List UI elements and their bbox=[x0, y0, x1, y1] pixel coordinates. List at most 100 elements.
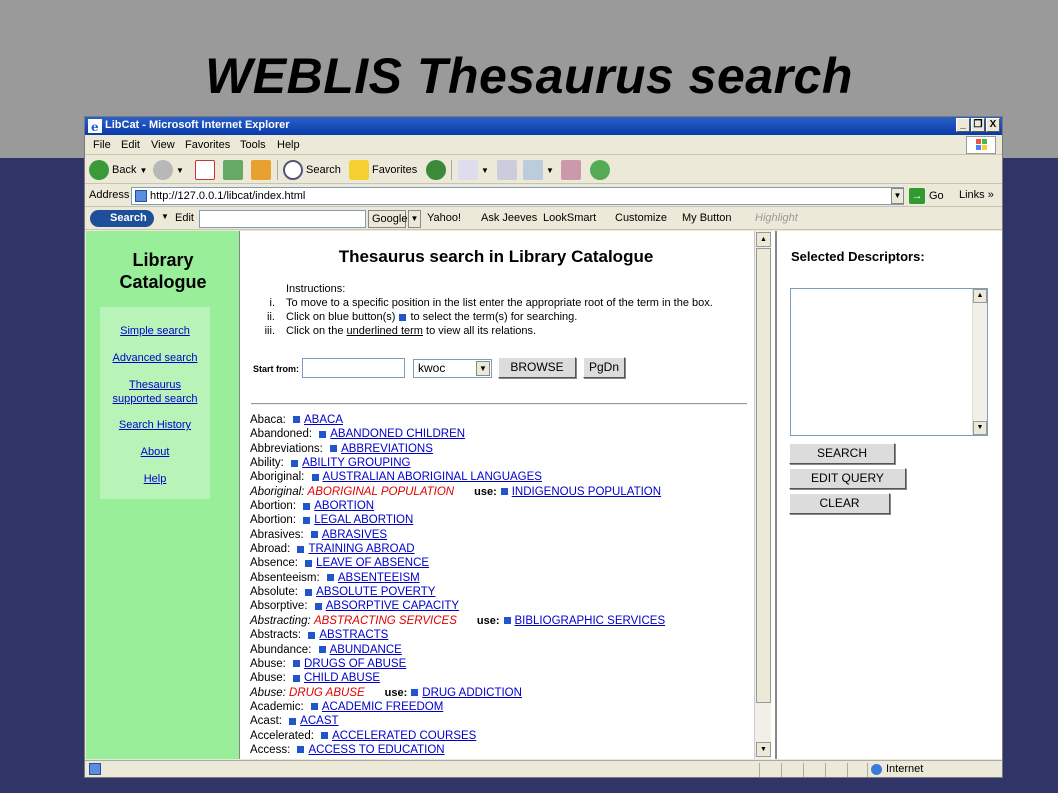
refresh-button[interactable] bbox=[223, 159, 243, 181]
nav-simple-search[interactable]: Simple search bbox=[86, 324, 224, 338]
minimize-button[interactable]: _ bbox=[956, 118, 970, 132]
yahoo-button[interactable]: Yahoo! bbox=[427, 212, 461, 224]
pgdn-button[interactable]: PgDn bbox=[583, 357, 625, 378]
term-link[interactable]: LEAVE OF ABSENCE bbox=[316, 557, 429, 569]
forward-button[interactable]: ▼ bbox=[153, 159, 184, 181]
term-link[interactable]: ACCELERATED COURSES bbox=[332, 730, 476, 742]
select-term-button[interactable] bbox=[293, 416, 301, 424]
term-link[interactable]: DRUGS OF ABUSE bbox=[304, 658, 406, 670]
term-link[interactable]: INDIGENOUS POPULATION bbox=[512, 486, 661, 498]
links-button[interactable]: Links » bbox=[959, 189, 994, 201]
select-term-button[interactable] bbox=[326, 574, 334, 582]
select-term-button[interactable] bbox=[289, 717, 297, 725]
select-term-button[interactable] bbox=[503, 617, 511, 625]
term-link[interactable]: ABUNDANCE bbox=[330, 644, 402, 656]
scroll-down-icon[interactable]: ▼ bbox=[973, 421, 987, 435]
select-term-button[interactable] bbox=[297, 545, 305, 553]
descriptors-scrollbar[interactable]: ▲ ▼ bbox=[972, 289, 987, 435]
menu-tools[interactable]: Tools bbox=[240, 139, 266, 151]
select-term-button[interactable] bbox=[303, 516, 311, 524]
clear-button[interactable]: CLEAR bbox=[789, 493, 890, 514]
window-titlebar[interactable]: e LibCat - Microsoft Internet Explorer _… bbox=[85, 117, 1002, 135]
nav-about[interactable]: About bbox=[86, 445, 224, 459]
select-term-button[interactable] bbox=[291, 459, 299, 467]
google-search-button[interactable]: Google bbox=[368, 210, 407, 228]
nav-thesaurus-line1[interactable]: Thesaurus bbox=[86, 378, 224, 392]
term-link[interactable]: ABSTRACTS bbox=[319, 629, 388, 641]
go-button[interactable]: → Go bbox=[909, 187, 944, 205]
term-link[interactable]: DRUG ADDICTION bbox=[422, 687, 522, 699]
select-term-button[interactable] bbox=[314, 602, 322, 610]
scroll-up-icon[interactable]: ▲ bbox=[756, 232, 771, 247]
google-search-input[interactable] bbox=[199, 210, 366, 228]
edit-query-button[interactable]: EDIT QUERY bbox=[789, 468, 906, 489]
term-link[interactable]: ABILITY GROUPING bbox=[302, 457, 410, 469]
select-term-button[interactable] bbox=[305, 559, 313, 567]
term-link[interactable]: LEGAL ABORTION bbox=[314, 514, 413, 526]
nav-advanced-search[interactable]: Advanced search bbox=[86, 351, 224, 365]
term-link[interactable]: ABRASIVES bbox=[322, 529, 387, 541]
scroll-down-icon[interactable]: ▼ bbox=[756, 742, 771, 757]
index-select[interactable]: kwoc ▼ bbox=[413, 359, 492, 378]
term-link[interactable]: ABORTION bbox=[314, 500, 374, 512]
favorites-button[interactable]: Favorites bbox=[349, 159, 417, 181]
select-term-button[interactable] bbox=[411, 689, 419, 696]
select-term-button[interactable] bbox=[305, 588, 313, 596]
term-link[interactable]: ACCESS TO EDUCATION bbox=[308, 744, 444, 756]
google-dropdown-icon[interactable]: ▼ bbox=[408, 210, 421, 228]
select-term-button[interactable] bbox=[297, 746, 305, 754]
back-button[interactable]: Back ▼ bbox=[89, 159, 147, 181]
term-link[interactable]: ABSOLUTE POVERTY bbox=[316, 586, 435, 598]
looksmart-button[interactable]: LookSmart bbox=[543, 212, 596, 224]
select-term-button[interactable] bbox=[500, 488, 508, 496]
scroll-up-icon[interactable]: ▲ bbox=[973, 289, 987, 303]
select-term-button[interactable] bbox=[319, 430, 327, 438]
select-term-button[interactable] bbox=[310, 703, 318, 711]
select-term-button[interactable] bbox=[293, 674, 301, 682]
history-button[interactable] bbox=[426, 159, 446, 181]
nav-search-history[interactable]: Search History bbox=[86, 418, 224, 432]
main-scrollbar[interactable]: ▲ ▼ bbox=[754, 231, 771, 759]
customize-button[interactable]: Customize bbox=[615, 212, 667, 224]
print-button[interactable] bbox=[497, 159, 517, 181]
mysearch-button[interactable]: Search bbox=[90, 210, 154, 227]
select-term-button[interactable] bbox=[303, 502, 311, 510]
search-button[interactable]: SEARCH bbox=[789, 443, 895, 464]
menu-file[interactable]: File bbox=[93, 139, 111, 151]
select-term-button[interactable] bbox=[310, 531, 318, 539]
select-term-button[interactable] bbox=[311, 473, 319, 481]
term-link[interactable]: ABANDONED CHILDREN bbox=[330, 428, 465, 440]
home-button[interactable] bbox=[251, 159, 271, 181]
term-link[interactable]: CHILD ABUSE bbox=[304, 672, 380, 684]
maximize-button[interactable]: ❐ bbox=[971, 118, 985, 132]
stop-button[interactable] bbox=[195, 159, 215, 181]
nav-help[interactable]: Help bbox=[86, 472, 224, 486]
edit-page-button[interactable]: ▼ bbox=[523, 159, 554, 181]
my-button[interactable]: My Button bbox=[682, 212, 732, 224]
term-link[interactable]: ABACA bbox=[304, 414, 343, 426]
highlight-button[interactable]: Highlight bbox=[755, 212, 798, 224]
edit-link[interactable]: Edit bbox=[175, 212, 194, 224]
browse-button[interactable]: BROWSE bbox=[498, 357, 576, 378]
start-from-input[interactable] bbox=[302, 358, 405, 378]
close-button[interactable]: X bbox=[986, 118, 1000, 132]
term-link[interactable]: ACAST bbox=[300, 715, 338, 727]
scrollbar-thumb[interactable] bbox=[756, 248, 771, 703]
select-term-button[interactable] bbox=[318, 645, 326, 653]
term-link[interactable]: TRAINING ABROAD bbox=[308, 543, 414, 555]
discuss-button[interactable] bbox=[561, 159, 581, 181]
selected-descriptors-box[interactable]: ▲ ▼ bbox=[790, 288, 988, 436]
messenger-button[interactable] bbox=[590, 159, 610, 181]
address-input[interactable]: http://127.0.0.1/libcat/index.html bbox=[131, 187, 904, 205]
select-term-button[interactable] bbox=[321, 732, 329, 740]
term-link[interactable]: ABBREVIATIONS bbox=[341, 443, 433, 455]
back-dropdown-icon[interactable]: ▼ bbox=[139, 166, 147, 175]
address-dropdown-icon[interactable]: ▼ bbox=[891, 188, 904, 204]
nav-thesaurus-line2[interactable]: supported search bbox=[86, 392, 224, 406]
term-link[interactable]: BIBLIOGRAPHIC SERVICES bbox=[515, 615, 666, 627]
term-link[interactable]: AUSTRALIAN ABORIGINAL LANGUAGES bbox=[323, 471, 542, 483]
term-link[interactable]: ABSENTEEISM bbox=[338, 572, 420, 584]
mail-button[interactable]: ▼ bbox=[458, 159, 489, 181]
menu-favorites[interactable]: Favorites bbox=[185, 139, 230, 151]
term-link[interactable]: ACADEMIC FREEDOM bbox=[322, 701, 443, 713]
